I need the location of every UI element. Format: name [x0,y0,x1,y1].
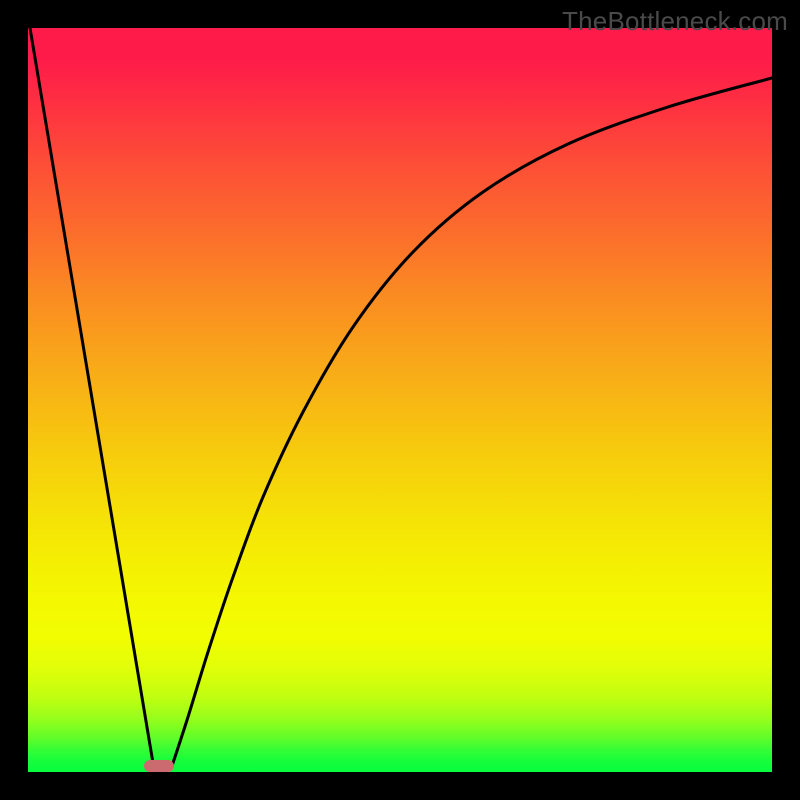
curve-layer [28,28,772,772]
left-v-line [30,28,154,769]
right-curve [172,78,772,766]
chart-frame: TheBottleneck.com [0,0,800,800]
plot-area [28,28,772,772]
bottleneck-marker [144,760,174,772]
watermark-text: TheBottleneck.com [562,6,788,37]
